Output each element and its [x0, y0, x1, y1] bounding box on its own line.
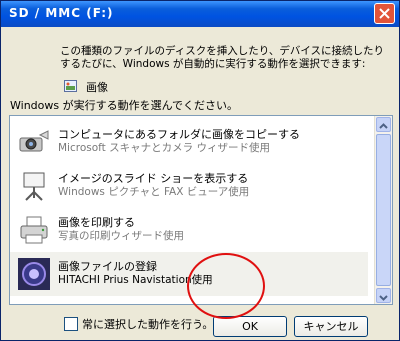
list-scrollbar[interactable] — [374, 116, 392, 304]
content-type-label: 画像 — [86, 81, 108, 94]
prius-icon — [18, 258, 50, 290]
title-bar[interactable]: SD / MMC (F:) — [1, 1, 399, 27]
instruction-text: この種類のファイルのディスクを挿入したり、デバイスに接続したりするたびに、Win… — [60, 45, 385, 70]
printer-icon — [20, 216, 48, 244]
action-subtitle: Windows ピクチャと FAX ビューア使用 — [58, 186, 250, 198]
list-item[interactable]: コンピュータにあるフォルダに画像をコピーする Microsoft スキャナとカメ… — [10, 120, 368, 164]
chevron-down-icon — [379, 295, 388, 301]
close-button[interactable] — [374, 3, 395, 24]
autoplay-dialog: SD / MMC (F:) この種類のファイルのディスクを挿入したり、デバイスに… — [0, 0, 400, 341]
chevron-up-icon — [379, 123, 388, 129]
always-do-checkbox[interactable] — [64, 317, 78, 331]
window-title: SD / MMC (F:) — [9, 6, 114, 20]
close-icon — [379, 8, 390, 19]
always-do-label: 常に選択した動作を行う。 — [82, 318, 214, 331]
ok-button[interactable]: OK — [213, 316, 287, 337]
slideshow-icon — [23, 172, 45, 201]
list-item[interactable]: 画像を印刷する 写真の印刷ウィザード使用 — [10, 208, 368, 252]
list-item[interactable]: イメージのスライド ショーを表示する Windows ピクチャと FAX ビュー… — [10, 164, 368, 208]
camera-copy-icon — [19, 130, 49, 152]
action-subtitle: Microsoft スキャナとカメラ ウィザード使用 — [58, 142, 270, 154]
action-subtitle: 写真の印刷ウィザード使用 — [58, 230, 184, 242]
image-type-icon — [64, 80, 77, 92]
annotation-circle — [187, 253, 265, 319]
scroll-up-button[interactable] — [376, 117, 391, 132]
prompt-text: Windows が実行する動作を選んでください。 — [10, 99, 239, 112]
cancel-button[interactable]: キャンセル — [294, 316, 368, 337]
scroll-down-button[interactable] — [376, 288, 391, 303]
scrollbar-thumb[interactable] — [376, 134, 391, 286]
